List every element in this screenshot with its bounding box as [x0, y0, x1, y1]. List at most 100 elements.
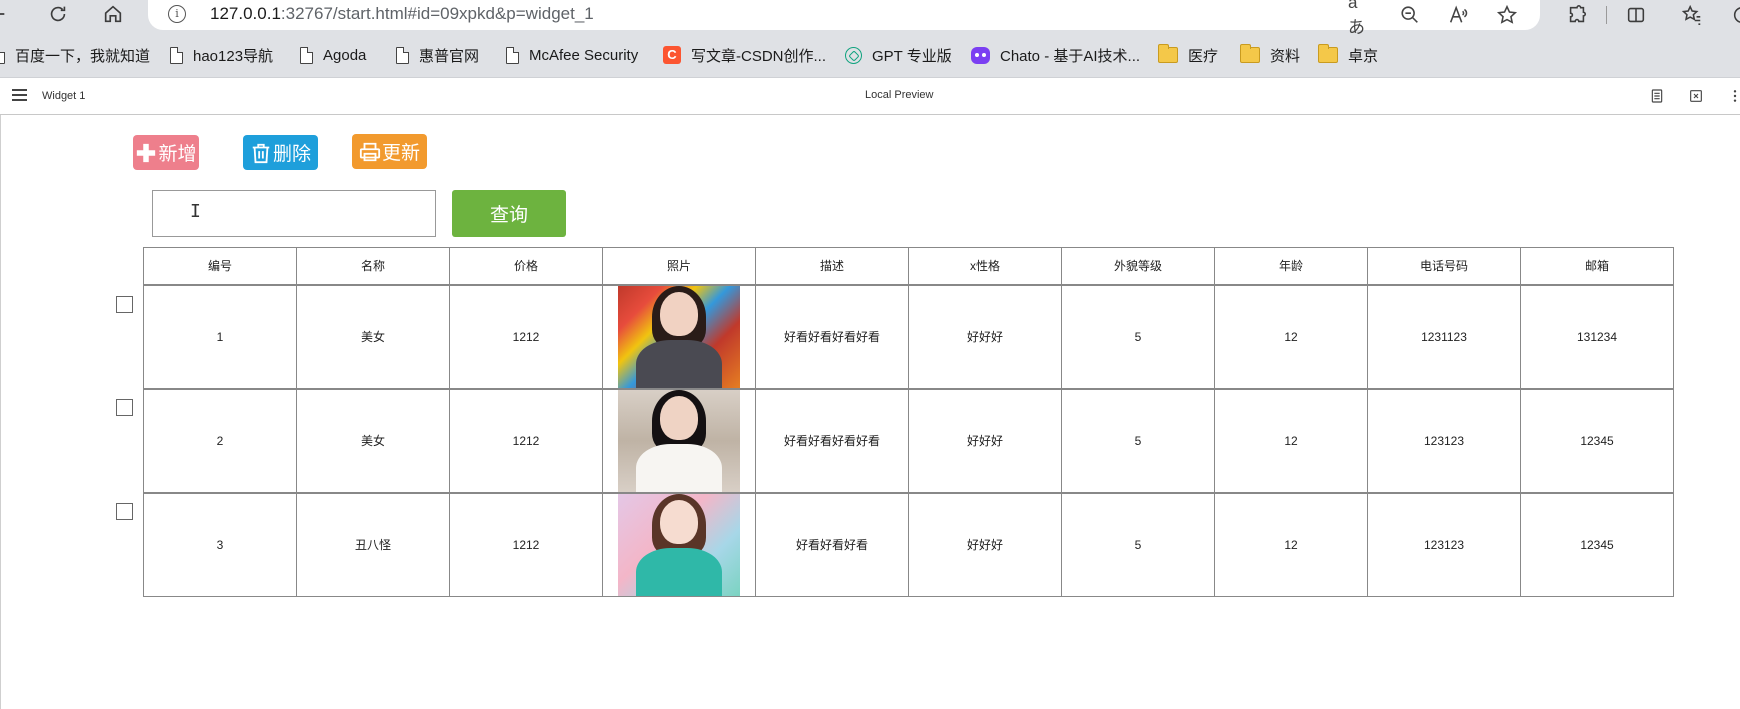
cell-price: 1212: [449, 492, 603, 597]
delete-button[interactable]: 删除: [243, 135, 318, 170]
toolbar-divider: [1606, 6, 1607, 24]
cell-photo: [602, 388, 756, 493]
home-icon: [104, 5, 122, 23]
cell-price: 1212: [449, 284, 603, 389]
bookmark-item[interactable]: 惠普官网: [396, 44, 479, 66]
figure-head: [660, 395, 698, 440]
page-icon: [0, 46, 5, 64]
cell-id: 3: [143, 492, 297, 597]
bookmark-item[interactable]: 百度一下，我就知道: [0, 44, 150, 66]
edit-icon: [1690, 90, 1702, 102]
cell-phone: 123123: [1367, 388, 1521, 493]
back-button[interactable]: [0, 0, 14, 28]
cell-photo: [602, 492, 756, 597]
cell-id: 2: [143, 388, 297, 493]
app-title: Widget 1: [42, 90, 86, 102]
puzzle-icon: [1569, 5, 1587, 23]
bookmark-item[interactable]: GPT 专业版: [845, 44, 952, 66]
zoom-button[interactable]: [1397, 2, 1423, 28]
add-button[interactable]: 新增: [133, 135, 199, 170]
bookmark-item[interactable]: McAfee Security: [506, 44, 638, 66]
bookmark-label: 医疗: [1188, 47, 1219, 65]
table-body: 1 美女 1212 好看好看好看好看 好好好 5 12 1231123 131234 2 美女 121…: [143, 284, 1674, 597]
cell-phone: 123123: [1367, 492, 1521, 597]
cell-name: 美女: [296, 284, 450, 389]
cell-name: 美女: [296, 388, 450, 493]
cell-desc: 好看好看好看: [755, 492, 909, 597]
cell-desc: 好看好看好看好看: [755, 388, 909, 493]
edit-button[interactable]: [1687, 87, 1705, 105]
bookmark-item[interactable]: Agoda: [300, 44, 366, 66]
zoom-out-icon: [1401, 6, 1418, 23]
csdn-icon: C: [663, 46, 681, 64]
read-mode-button[interactable]: [1445, 2, 1471, 28]
cell-phone: 1231123: [1367, 284, 1521, 389]
profile-button[interactable]: [1728, 2, 1740, 28]
update-button-label: 更新: [381, 142, 420, 164]
cell-email: 131234: [1520, 284, 1674, 389]
bookmark-item[interactable]: Chato - 基于AI技术...: [971, 44, 1140, 66]
column-header: 邮箱: [1520, 247, 1674, 285]
bookmark-item[interactable]: hao123导航: [170, 44, 273, 66]
row-checkbox[interactable]: [116, 296, 133, 313]
photo-image: [618, 285, 740, 388]
cell-looks: 5: [1061, 388, 1215, 493]
page-icon: [300, 46, 313, 64]
column-header: 价格: [449, 247, 603, 285]
favorite-button[interactable]: [1494, 2, 1520, 28]
table-row[interactable]: 2 美女 1212 好看好看好看好看 好好好 5 12 123123 12345: [143, 388, 1674, 493]
star-icon: [1496, 4, 1518, 24]
site-info-icon[interactable]: i: [168, 5, 186, 23]
column-header: x性格: [908, 247, 1062, 285]
bookmark-label: 卓京: [1348, 47, 1379, 65]
bookmark-label: Chato - 基于AI技术...: [1000, 47, 1141, 65]
extensions-button[interactable]: [1563, 2, 1591, 28]
split-screen-button[interactable]: [1622, 2, 1650, 28]
more-vertical-icon: [1733, 90, 1737, 102]
text-cursor-icon: I: [190, 201, 201, 222]
table-row[interactable]: 3 丑八怪 1212 好看好看好看 好好好 5 12 123123 12345: [143, 492, 1674, 597]
column-header: 描述: [755, 247, 909, 285]
bookmark-item[interactable]: 医疗: [1158, 44, 1218, 66]
gpt-icon: [845, 46, 862, 64]
update-button[interactable]: 更新: [352, 134, 427, 169]
column-header: 年龄: [1214, 247, 1368, 285]
address-bar[interactable]: i 127.0.0.1:32767/start.html#id=09xpkd&p…: [148, 0, 1540, 37]
row-checkbox[interactable]: [116, 503, 133, 520]
cell-age: 12: [1214, 284, 1368, 389]
bookmark-label: 百度一下，我就知道: [15, 47, 151, 65]
menu-icon[interactable]: [12, 89, 28, 103]
column-header: 名称: [296, 247, 450, 285]
more-button[interactable]: [1726, 87, 1740, 105]
row-checkbox[interactable]: [116, 399, 133, 416]
cell-email: 12345: [1520, 492, 1674, 597]
photo-image: [618, 389, 740, 492]
cell-looks: 5: [1061, 492, 1215, 597]
bookmark-label: 惠普官网: [419, 47, 480, 65]
arrow-left-icon: [0, 13, 5, 15]
preview-label: Local Preview: [865, 89, 934, 101]
app-header: Widget 1 Local Preview: [0, 79, 1740, 115]
refresh-button[interactable]: [41, 0, 75, 28]
table-header: 编号 名称 价格 照片 描述 x性格 外貌等级 年龄 电话号码 邮箱: [143, 247, 1674, 285]
bookmark-item[interactable]: 资料: [1240, 44, 1300, 66]
add-button-label: 新增: [158, 143, 197, 165]
query-button[interactable]: 查询: [452, 190, 566, 237]
read-aloud-button[interactable]: aあ: [1348, 0, 1374, 37]
bookmark-item[interactable]: C 写文章-CSDN创作...: [663, 44, 826, 66]
notes-icon: [1651, 89, 1663, 103]
url-text[interactable]: 127.0.0.1:32767/start.html#id=09xpkd&p=w…: [210, 4, 594, 24]
table-header-row: 编号 名称 价格 照片 描述 x性格 外貌等级 年龄 电话号码 邮箱: [143, 247, 1674, 285]
favorites-button[interactable]: [1678, 2, 1706, 28]
cell-age: 12: [1214, 492, 1368, 597]
home-button[interactable]: [96, 0, 130, 28]
bookmark-item[interactable]: 卓京: [1318, 44, 1378, 66]
photo-image: [618, 493, 740, 596]
table-row[interactable]: 1 美女 1212 好看好看好看好看 好好好 5 12 1231123 131234: [143, 284, 1674, 389]
page-icon: [170, 46, 183, 64]
notes-button[interactable]: [1648, 87, 1666, 105]
read-aloud-icon: [1449, 5, 1468, 23]
page-icon: [396, 46, 409, 64]
figure-body: [636, 339, 722, 388]
bookmark-label: hao123导航: [193, 47, 274, 65]
